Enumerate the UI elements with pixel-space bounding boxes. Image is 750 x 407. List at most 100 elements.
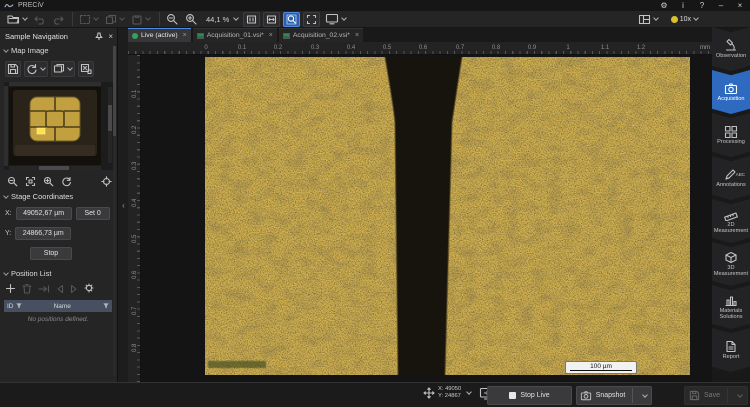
set-zero-button[interactable]: Set 0 <box>76 207 110 220</box>
sidebar-item-observation[interactable]: Observation <box>712 27 750 71</box>
tab-acquisition-02[interactable]: Acquisition_02.vsi* × <box>279 28 363 42</box>
tab-live[interactable]: Live (active) × <box>128 28 191 42</box>
select-tool-button[interactable] <box>77 13 101 26</box>
fit-screen-magnifier-icon <box>286 14 297 25</box>
info-icon[interactable]: i <box>677 1 689 10</box>
refresh-map-button[interactable] <box>24 61 48 77</box>
smartcard-chip-overview[interactable] <box>9 87 101 165</box>
stop-live-button[interactable]: Stop Live <box>487 386 572 405</box>
panel-collapse-handle[interactable]: ‹ <box>119 28 128 382</box>
copy-icon <box>105 14 117 25</box>
copy-button[interactable] <box>103 13 127 26</box>
close-icon[interactable]: × <box>734 1 746 10</box>
map-vertical-scrollbar[interactable] <box>108 87 112 163</box>
section-position-list[interactable]: Position List <box>4 269 114 278</box>
snapshot-button[interactable]: Snapshot <box>576 386 652 405</box>
undo-button[interactable] <box>32 13 48 26</box>
specimen-live-image[interactable] <box>205 57 690 375</box>
sidebar-item-processing[interactable]: Processing <box>712 113 750 157</box>
sidebar-item-materials-solutions[interactable]: Materials Solutions <box>712 285 750 329</box>
tab-acquisition-01[interactable]: Acquisition_01.vsi* × <box>193 28 277 42</box>
tab-close-icon[interactable]: × <box>269 32 273 39</box>
map-zoom-in-button[interactable] <box>41 174 56 189</box>
zoom-out-button[interactable] <box>164 12 181 26</box>
section-map-image[interactable]: Map Image <box>4 46 114 55</box>
section-stage-coordinates[interactable]: Stage Coordinates <box>4 192 114 201</box>
tab-close-icon[interactable]: × <box>355 32 359 39</box>
sidebar-item-2d-measurement[interactable]: 2D Measurement <box>712 199 750 243</box>
sidebar-item-label: Materials Solutions <box>713 308 749 321</box>
filter-funnel-icon[interactable] <box>103 303 109 309</box>
column-name[interactable]: Name <box>22 303 104 310</box>
sample-navigation-panel: Sample Navigation × Map Image <box>0 28 118 382</box>
position-settings-gear-icon[interactable] <box>84 283 96 294</box>
layout-select-button[interactable] <box>636 13 661 26</box>
clipboard-icon <box>131 14 143 25</box>
sidebar-item-3d-measurement[interactable]: 3D Measurement <box>712 242 750 286</box>
live-image-canvas[interactable]: 0.1 0.2 0.3 0.4 0.5 0.6 0.7 0.8 <box>128 55 712 382</box>
objective-magnification: 10x <box>680 16 691 23</box>
collapse-chevron-icon <box>3 270 9 276</box>
delete-map-button[interactable] <box>78 61 94 77</box>
zoom-in-button[interactable] <box>183 12 200 26</box>
fullscreen-button[interactable] <box>303 12 320 27</box>
sidebar-item-acquisition[interactable]: Acquisition <box>712 70 750 114</box>
paste-button[interactable] <box>129 13 153 26</box>
add-position-icon[interactable] <box>5 283 16 294</box>
stage-y-value[interactable]: 24866,73 µm <box>15 227 71 240</box>
map-ruler-vertical <box>4 86 8 166</box>
previous-position-icon[interactable] <box>56 284 64 294</box>
stage-stop-button[interactable]: Stop <box>30 247 72 260</box>
tab-close-icon[interactable]: × <box>183 32 187 39</box>
panel-scrollbar[interactable] <box>113 46 116 376</box>
sidebar-item-label: Annotations <box>713 182 749 188</box>
sidebar-item-label: 2D Measurement <box>713 222 749 235</box>
zoom-level-select[interactable]: 44,1 % <box>202 14 241 25</box>
redo-icon <box>52 14 64 25</box>
scale-bar-value: 100 µm <box>590 363 612 370</box>
pin-icon[interactable] <box>95 32 103 40</box>
map-overlay-button[interactable] <box>51 61 75 77</box>
sidebar-item-report[interactable]: Report <box>712 328 750 372</box>
map-horizontal-scrollbar[interactable] <box>9 166 101 170</box>
panel-close-icon[interactable]: × <box>108 32 113 41</box>
image-thumbnail-icon <box>197 33 204 39</box>
open-file-button[interactable] <box>5 12 30 26</box>
map-fit-button[interactable] <box>23 174 38 189</box>
delete-position-icon[interactable] <box>22 283 32 294</box>
stop-live-label: Stop Live <box>520 392 549 399</box>
save-label: Save <box>704 392 720 399</box>
map-zoom-out-button[interactable] <box>5 174 20 189</box>
save-button[interactable]: Save <box>684 386 748 405</box>
next-position-icon[interactable] <box>70 284 78 294</box>
objective-selector[interactable]: 10x <box>669 15 701 24</box>
help-icon[interactable]: ? <box>696 1 708 10</box>
ruler-2d-icon <box>724 208 738 221</box>
tab-label: Live (active) <box>141 32 178 39</box>
display-mode-button[interactable] <box>323 12 349 26</box>
map-image-viewport[interactable] <box>4 82 114 170</box>
minimize-icon[interactable]: – <box>715 1 727 10</box>
sidebar-item-annotations[interactable]: ABC Annotations <box>712 156 750 200</box>
zoom-level-value: 44,1 % <box>204 15 231 24</box>
save-map-button[interactable] <box>5 61 21 77</box>
processing-tiles-icon <box>724 125 738 138</box>
view-actual-size-button[interactable] <box>243 12 260 27</box>
save-dropdown-icon[interactable] <box>737 392 743 398</box>
collapse-chevron-icon <box>3 193 9 199</box>
snapshot-dropdown-icon[interactable] <box>642 392 648 398</box>
stage-position-readout[interactable]: X: 49050 Y: 24867 <box>423 386 494 400</box>
fit-width-button[interactable] <box>263 12 280 27</box>
settings-gear-icon[interactable]: ⚙ <box>658 1 670 10</box>
stage-x-readout: X: 49050 <box>438 386 461 393</box>
goto-position-icon[interactable] <box>38 284 50 294</box>
map-rotate-button[interactable] <box>59 174 74 189</box>
title-bar: PRECiV ⚙ i ? – × <box>0 0 750 11</box>
column-id[interactable]: ID <box>7 303 14 310</box>
map-stage-move-button[interactable] <box>99 174 114 189</box>
move-crosshair-icon <box>423 387 435 399</box>
fit-to-screen-button[interactable] <box>283 12 300 27</box>
redo-button[interactable] <box>50 13 66 26</box>
image-layers-icon <box>53 63 65 75</box>
stage-x-value[interactable]: 49052,67 µm <box>16 207 72 220</box>
